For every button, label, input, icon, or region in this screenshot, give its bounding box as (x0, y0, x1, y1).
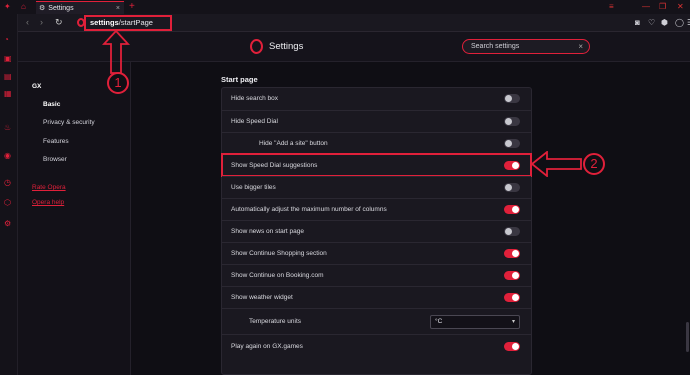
annotation-arrow-left (531, 151, 582, 177)
temperature-units-select[interactable]: °C ▾ (430, 315, 520, 329)
back-button[interactable]: ‹ (26, 17, 29, 28)
forward-button[interactable]: › (40, 17, 43, 28)
setting-label: Temperature units (249, 318, 302, 325)
close-window-icon[interactable]: ✕ (677, 1, 684, 12)
nav-features[interactable]: Features (43, 137, 69, 146)
page-title: Settings (269, 41, 304, 52)
url-path: /startPage (118, 18, 153, 27)
setting-row: Play again on GX.games (222, 334, 531, 358)
toggle-play-again-gx-games[interactable] (504, 342, 520, 351)
setting-row: Temperature units °C ▾ (222, 308, 531, 334)
nav-browser[interactable]: Browser (43, 155, 67, 164)
setting-row: Use bigger tiles (222, 176, 531, 198)
toggle-weather-widget[interactable] (504, 293, 520, 302)
setting-label: Hide Speed Dial (231, 118, 278, 125)
toggle-continue-shopping[interactable] (504, 249, 520, 258)
toggle-hide-add-site[interactable] (504, 139, 520, 148)
gear-icon: ⚙ (39, 5, 46, 12)
setting-label: Play again on GX.games (231, 343, 303, 350)
setting-label: Show Continue on Booking.com (231, 272, 324, 279)
tab-close-icon[interactable]: × (116, 5, 120, 12)
new-tab-button[interactable]: + (129, 1, 135, 13)
search-input[interactable]: Search settings × (462, 39, 590, 54)
tab-title: Settings (48, 4, 74, 12)
cube-icon[interactable]: ⬢ (661, 17, 668, 28)
tab-strip: ✦ ⌂ ⚙ Settings × + ≡ — ❐ ✕ (0, 0, 690, 14)
settings-gear-icon[interactable]: ⚙ (4, 219, 11, 229)
browser-sidebar: ◔ ▣ ▤ ▦ ♨ ◉ ◷ ⬡ ⚙ (0, 14, 18, 375)
setting-row: Show Continue on Booking.com (222, 264, 531, 286)
tab-settings[interactable]: ⚙ Settings × (36, 1, 124, 14)
url-field[interactable]: settings/startPage (84, 15, 172, 31)
heart-icon[interactable]: ♡ (648, 17, 655, 28)
annotation-number-2: 2 (583, 153, 605, 175)
settings-nav: GX Basic Privacy & security Features Bro… (18, 62, 131, 375)
setting-row-highlighted: Show Speed Dial suggestions (221, 153, 532, 177)
gx-control-icon[interactable]: ◔ (4, 35, 9, 45)
history-icon[interactable]: ◷ (4, 178, 11, 188)
user-icon[interactable]: ◯ (675, 17, 684, 28)
setting-label: Use bigger tiles (231, 184, 276, 191)
setting-label: Show weather widget (231, 294, 293, 301)
setting-row: Automatically adjust the maximum number … (222, 198, 531, 220)
toggle-bigger-tiles[interactable] (504, 183, 520, 192)
toggle-auto-columns[interactable] (504, 205, 520, 214)
tab-search-icon[interactable]: ≡ (609, 1, 614, 12)
setting-label: Show news on start page (231, 228, 304, 235)
nav-gx[interactable]: GX (32, 82, 41, 91)
setting-row: Hide Speed Dial (222, 110, 531, 132)
nav-privacy-security[interactable]: Privacy & security (43, 118, 95, 127)
annotation-number-1: 1 (107, 72, 129, 94)
clear-search-icon[interactable]: × (578, 40, 583, 53)
camera-icon[interactable]: ◙ (635, 17, 640, 28)
url-host: settings (90, 18, 119, 27)
opera-help-link[interactable]: Opera help (32, 198, 64, 207)
minimize-icon[interactable]: — (642, 1, 650, 12)
setting-row: Hide "Add a site" button (222, 132, 531, 154)
flame-icon[interactable]: ♨ (4, 123, 11, 133)
setting-label: Hide search box (231, 95, 278, 102)
search-placeholder: Search settings (471, 43, 520, 50)
settings-content: Start page Hide search box Hide Speed Di… (131, 62, 690, 375)
maximize-icon[interactable]: ❐ (659, 1, 666, 12)
toggle-news[interactable] (504, 227, 520, 236)
annotation-arrow-up (102, 30, 130, 74)
setting-row: Hide search box (222, 88, 531, 110)
section-title: Start page (221, 75, 258, 84)
speed-icon[interactable]: ◉ (4, 151, 11, 161)
rate-opera-link[interactable]: Rate Opera (32, 183, 66, 192)
setting-row: Show weather widget (222, 286, 531, 308)
setting-row: Show Continue Shopping section (222, 242, 531, 264)
gamepad-icon[interactable]: ⌂ (21, 2, 26, 12)
browser-window: ✦ ⌂ ⚙ Settings × + ≡ — ❐ ✕ ◔ ▣ ▤ ▦ ♨ ◉ ◷… (0, 0, 690, 375)
toggle-hide-speed-dial[interactable] (504, 117, 520, 126)
gx-corner-icon[interactable]: ▣ (4, 54, 12, 64)
select-value: °C (435, 318, 443, 325)
setting-label: Automatically adjust the maximum number … (231, 206, 387, 213)
setting-label: Show Continue Shopping section (231, 250, 327, 257)
discord-icon[interactable]: ▦ (4, 89, 12, 99)
cube-icon[interactable]: ⬡ (4, 198, 11, 208)
reload-button[interactable]: ↻ (55, 17, 63, 28)
toggle-booking[interactable] (504, 271, 520, 280)
twitch-icon[interactable]: ▤ (4, 72, 12, 82)
setting-row: Show news on start page (222, 220, 531, 242)
gx-corner-icon[interactable]: ✦ (4, 2, 11, 12)
setting-label: Hide "Add a site" button (259, 140, 328, 147)
nav-basic[interactable]: Basic (43, 100, 60, 109)
setting-label: Show Speed Dial suggestions (231, 162, 318, 169)
start-page-card: Hide search box Hide Speed Dial Hide "Ad… (221, 87, 532, 375)
toggle-speed-dial-suggestions[interactable] (504, 161, 520, 170)
opera-logo-icon (250, 39, 263, 54)
chevron-down-icon: ▾ (511, 319, 515, 325)
scrollbar[interactable] (686, 322, 689, 352)
toggle-hide-search-box[interactable] (504, 94, 520, 103)
